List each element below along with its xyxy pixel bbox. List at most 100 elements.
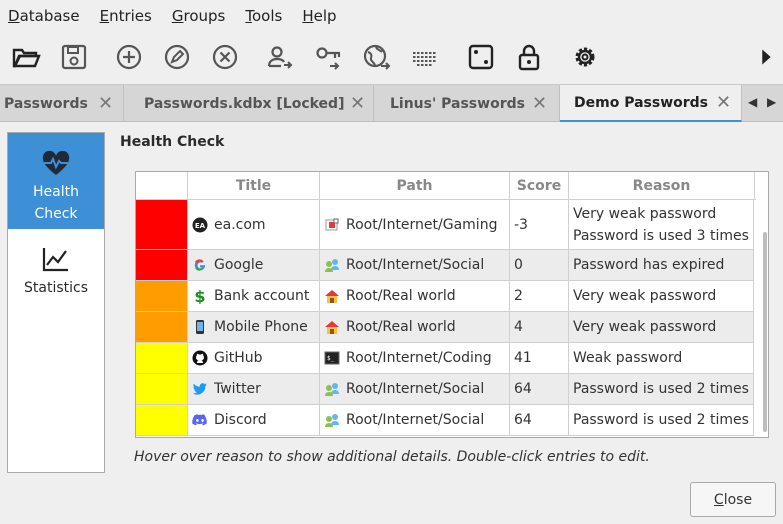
entry-path: Root/Internet/Coding (346, 350, 492, 366)
table-row[interactable]: GitHub $_ Root/Internet/Coding 41 Weak passw… (136, 343, 754, 374)
close-icon[interactable]: ✕ (350, 93, 365, 114)
social-folder-icon (324, 412, 340, 428)
path-cell: Root/Real world (320, 281, 510, 311)
toolbar (0, 32, 783, 82)
entry-path: Root/Real world (346, 288, 456, 304)
copy-password-button[interactable] (312, 40, 346, 74)
hint-text: Hover over reason to show additional det… (134, 449, 650, 465)
entry-title: Mobile Phone (214, 319, 308, 335)
menu-database[interactable]: Database (8, 7, 80, 25)
user-arrow-icon (267, 46, 293, 69)
entry-path: Root/Real world (346, 319, 456, 335)
reason-cell[interactable]: Password has expired (569, 250, 754, 280)
tab-scroll-right-icon[interactable]: ▶ (767, 95, 776, 109)
table-row[interactable]: Mobile Phone Root/Real world 4 Very weak pa… (136, 312, 754, 343)
open-database-button[interactable] (9, 40, 43, 74)
autotype-button[interactable] (408, 40, 442, 74)
delete-entry-button[interactable] (208, 40, 242, 74)
phone-icon (192, 319, 208, 335)
reason-cell[interactable]: Very weak password Password is used 3 tim… (569, 200, 754, 249)
entry-title: Twitter (214, 381, 261, 397)
entry-title: GitHub (214, 350, 263, 366)
tab-passwords-kdbx-locked[interactable]: Passwords.kdbx [Locked] ✕ (124, 85, 374, 122)
house-folder-icon (324, 288, 340, 304)
health-color-cell (136, 281, 188, 311)
settings-button[interactable] (568, 40, 602, 74)
github-icon (192, 350, 208, 366)
menu-help[interactable]: Help (302, 7, 336, 25)
close-button[interactable]: Close (690, 482, 776, 517)
menu-bar: Database Entries Groups Tools Help (0, 0, 783, 32)
terminal-folder-icon: $_ (324, 350, 340, 366)
svg-text:EA: EA (195, 222, 206, 230)
entry-score: 4 (514, 319, 523, 335)
gaming-folder-icon (324, 217, 340, 233)
copy-url-button[interactable] (360, 40, 394, 74)
copy-username-button[interactable] (263, 40, 297, 74)
reason-cell[interactable]: Very weak password (569, 312, 754, 342)
health-color-cell (136, 405, 188, 435)
reason-cell[interactable]: Password is used 2 times (569, 374, 754, 404)
lock-database-button[interactable] (512, 40, 546, 74)
tab-demo-passwords[interactable]: Demo Passwords ✕ (560, 85, 742, 122)
chart-icon (42, 248, 68, 272)
tab-scroll-left-icon[interactable]: ◀ (748, 95, 757, 109)
table-row[interactable]: Twitter Root/Internet/Social 64 Password is… (136, 374, 754, 405)
reason-cell[interactable]: Weak password (569, 343, 754, 373)
close-icon[interactable]: ✕ (716, 92, 731, 113)
table-row[interactable]: Discord Root/Internet/Social 64 Password is… (136, 405, 754, 436)
menu-groups[interactable]: Groups (172, 7, 225, 25)
tab-linus-passwords[interactable]: Linus' Passwords ✕ (374, 85, 560, 122)
password-generator-button[interactable] (464, 40, 498, 74)
score-cell: 2 (510, 281, 569, 311)
title-cell: Google (188, 250, 320, 280)
entry-title: Bank account (214, 288, 310, 304)
toolbar-overflow-button[interactable] (752, 40, 780, 74)
close-button-mnemonic: C (713, 491, 724, 508)
table-row[interactable]: Google Root/Internet/Social 0 Password has … (136, 250, 754, 281)
social-folder-icon (324, 257, 340, 273)
reason-cell[interactable]: Password is used 2 times (569, 405, 754, 435)
column-header-reason[interactable]: Reason (569, 172, 755, 200)
save-database-button[interactable] (57, 40, 91, 74)
close-icon[interactable]: ✕ (532, 93, 547, 114)
column-header-color[interactable] (136, 172, 188, 200)
entry-path: Root/Internet/Social (346, 381, 485, 397)
menu-tools[interactable]: Tools (245, 7, 282, 25)
table-row[interactable]: EA ea.com Root/Internet/Gaming -3 Very weak … (136, 200, 754, 250)
sidebar-item-statistics[interactable]: Statistics (8, 245, 104, 315)
sidebar-item-health-check[interactable]: Health Check (8, 133, 104, 229)
column-header-path[interactable]: Path (320, 172, 510, 200)
pencil-circle-icon (164, 44, 190, 70)
reason-cell[interactable]: Very weak password (569, 281, 754, 311)
health-color-cell (136, 343, 188, 373)
svg-text:$: $ (194, 288, 205, 304)
health-color-cell (136, 312, 188, 342)
entry-reason: Very weak password (573, 288, 717, 304)
table-row[interactable]: $ Bank account Root/Real world 2 Very weak p… (136, 281, 754, 312)
add-entry-button[interactable] (112, 40, 146, 74)
entry-title: Discord (214, 412, 267, 428)
close-icon[interactable]: ✕ (98, 93, 113, 114)
vertical-scrollbar[interactable] (763, 232, 767, 432)
edit-entry-button[interactable] (160, 40, 194, 74)
column-header-title[interactable]: Title (188, 172, 320, 200)
save-icon (61, 44, 87, 70)
arrow-right-icon (762, 49, 771, 65)
tab-label: Passwords.kdbx [Locked] (144, 95, 345, 112)
svg-text:$_: $_ (327, 355, 335, 362)
title-cell: $ Bank account (188, 281, 320, 311)
column-header-score[interactable]: Score (510, 172, 569, 200)
menu-entries[interactable]: Entries (100, 7, 152, 25)
entry-path: Root/Internet/Gaming (346, 216, 498, 233)
health-color-cell (136, 374, 188, 404)
entry-reason: Password is used 3 times (573, 227, 749, 244)
entry-reason: Password is used 2 times (573, 412, 749, 428)
sidebar-item-label: Statistics (24, 280, 88, 296)
house-folder-icon (324, 319, 340, 335)
entry-score: -3 (514, 216, 528, 233)
tab-passwords[interactable]: Passwords ✕ (0, 85, 124, 122)
google-icon (192, 257, 208, 273)
entry-path: Root/Internet/Social (346, 257, 485, 273)
path-cell: Root/Internet/Gaming (320, 200, 510, 249)
